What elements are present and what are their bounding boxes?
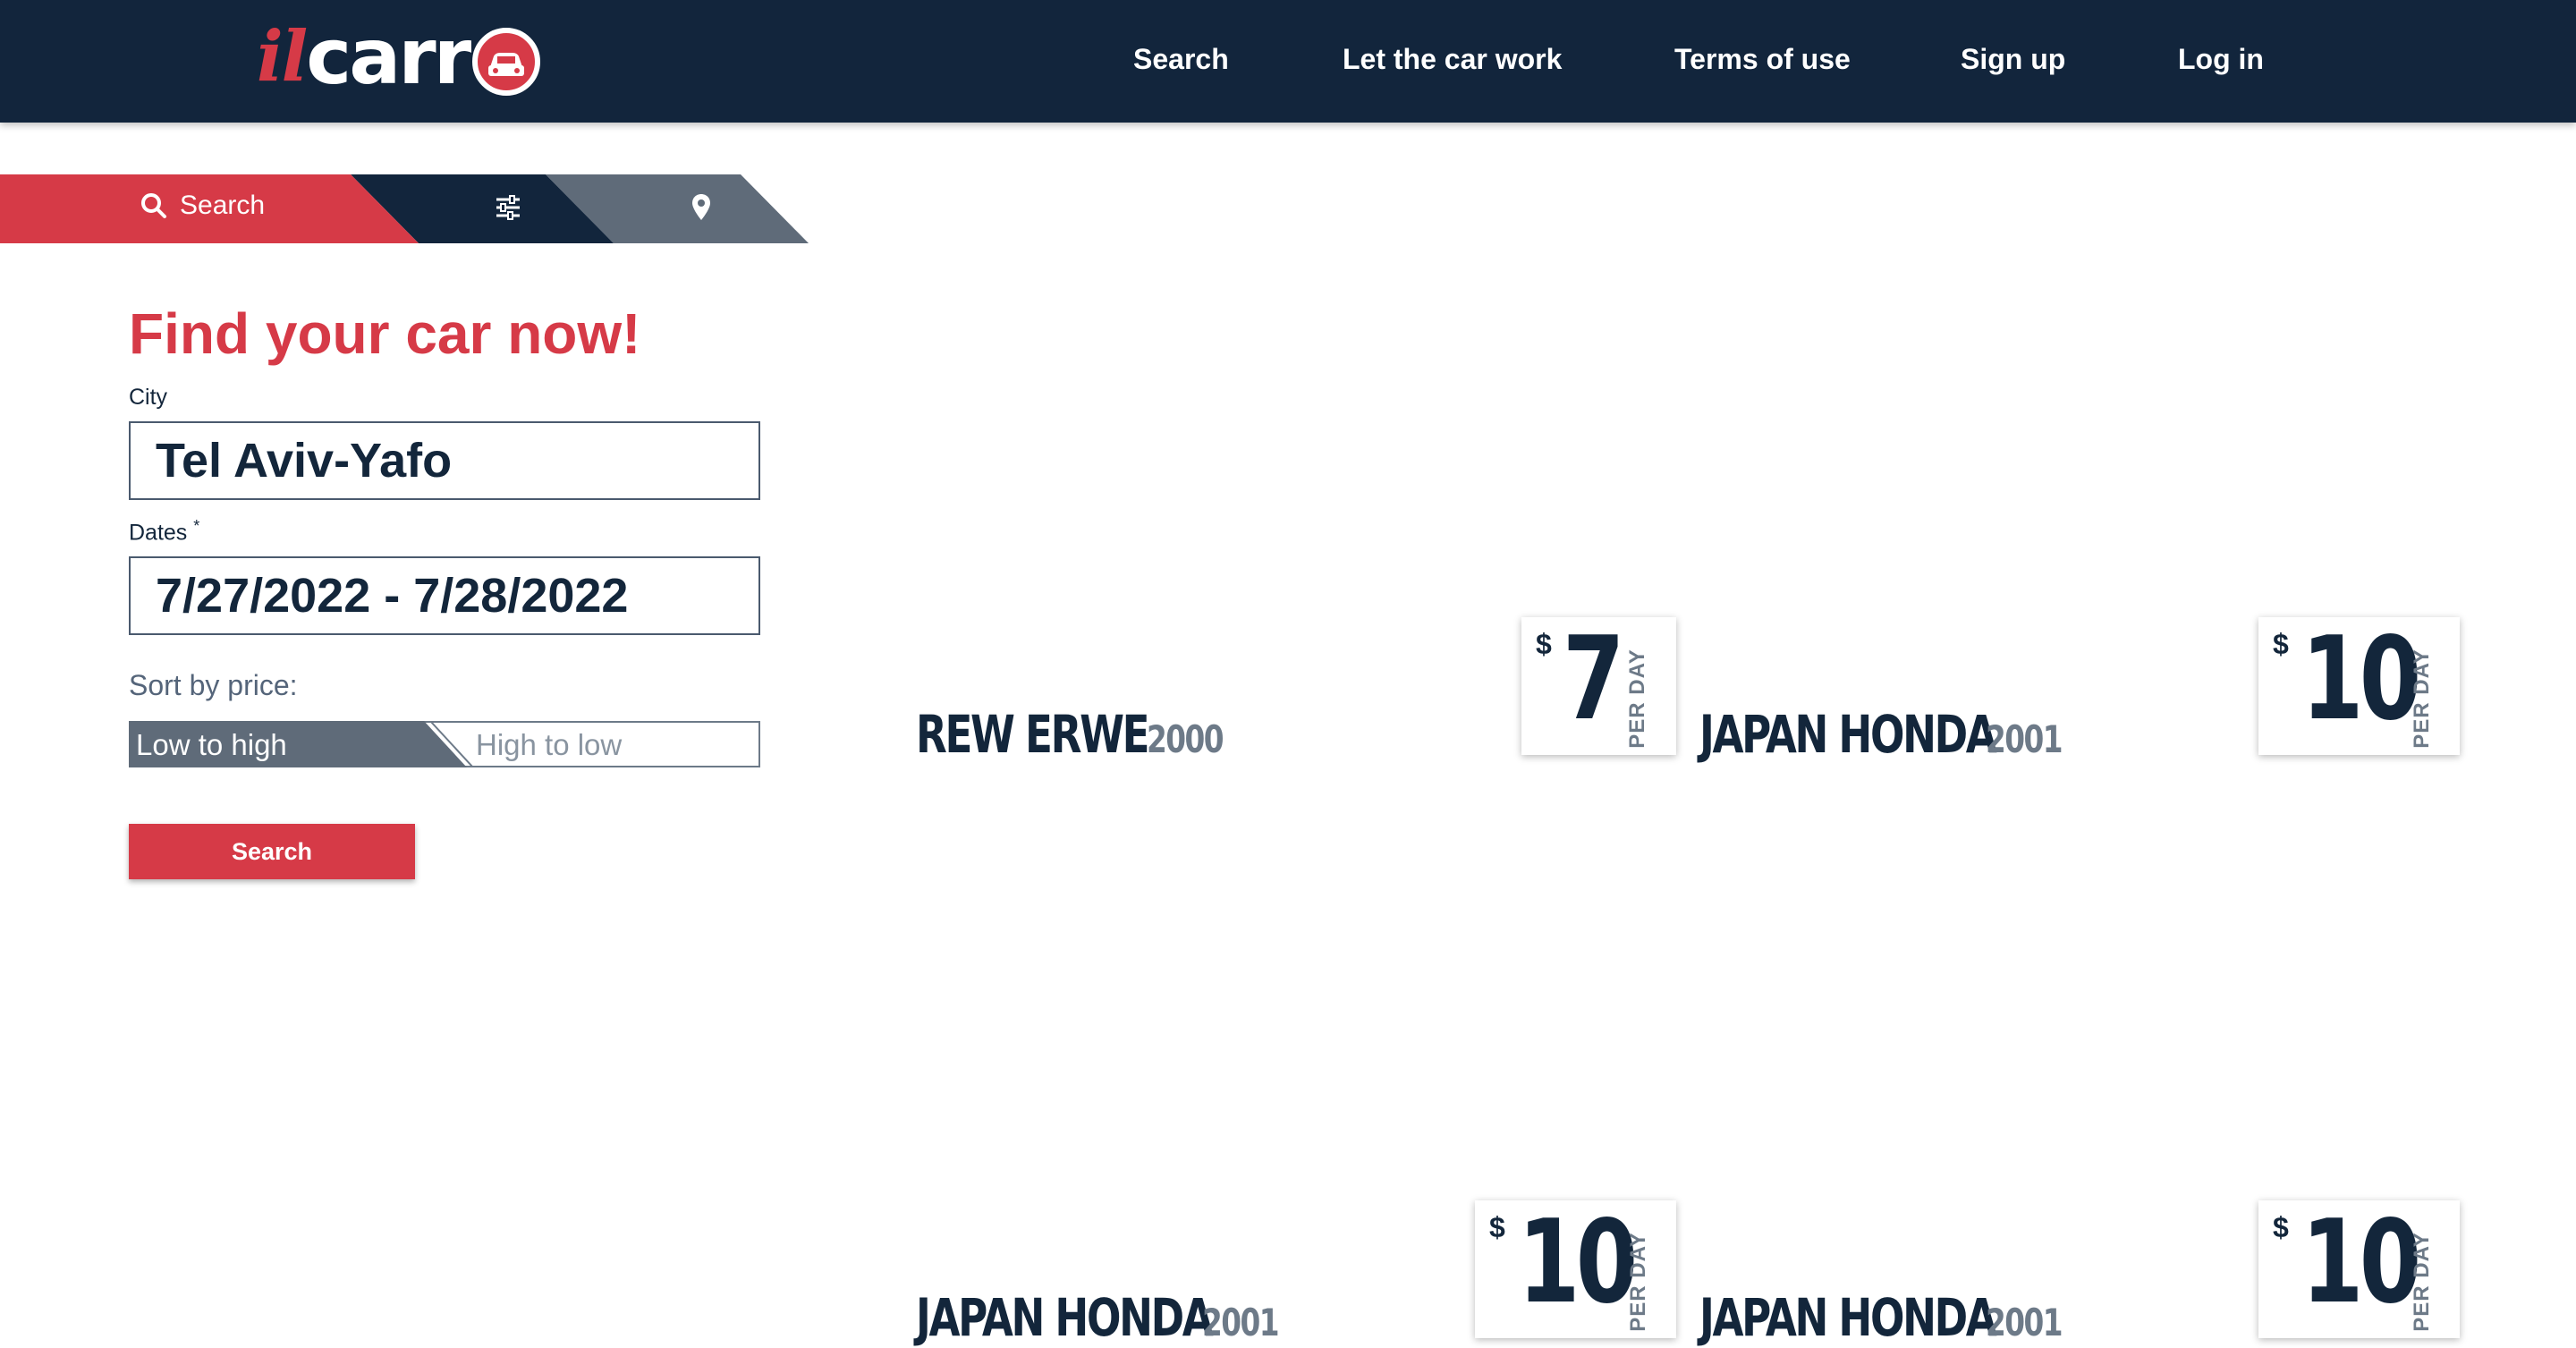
car-year: 2000 [1147,717,1224,761]
city-label: City [129,385,168,410]
nav-sign-up[interactable]: Sign up [1961,43,2065,76]
car-name: JAPAN HONDA [916,1287,1214,1348]
tab-search-label: Search [180,191,266,220]
required-mark: * [193,517,200,535]
sort-label: Sort by price: [129,669,298,701]
map-pin-icon [692,194,710,220]
sort-high-to-low[interactable]: High to low [476,728,622,762]
price-value: 10 [2301,613,2421,746]
car-name: REW ERWE [916,704,1150,765]
logo-main: carr [306,13,471,102]
price-currency: $ [1489,1211,1505,1243]
price-badge: $ 10 PER DAY [2258,1200,2460,1338]
tab-search[interactable]: Search [140,191,265,221]
price-currency: $ [2273,1211,2289,1243]
car-card[interactable]: JAPAN HONDA 2001 $ 10 PER DAY [916,1200,1676,1344]
price-badge: $ 10 PER DAY [1475,1200,1676,1338]
search-button[interactable]: Search [129,824,415,879]
top-navbar: il carr Search Let the car work Terms of… [0,0,2576,123]
price-value: 10 [1518,1196,1638,1329]
nav-log-in[interactable]: Log in [2178,43,2264,76]
car-year: 2001 [1986,1301,2063,1344]
logo-prefix: il [257,16,308,97]
dates-label-text: Dates [129,520,188,546]
nav-search[interactable]: Search [1133,43,1229,76]
car-logo-icon [472,28,541,96]
price-currency: $ [1536,628,1552,660]
sort-low-to-high[interactable]: Low to high [136,728,287,762]
price-unit: PER DAY [2410,1232,2434,1332]
price-value: 10 [2301,1196,2421,1329]
sliders-icon [496,195,520,220]
price-unit: PER DAY [2410,649,2434,749]
price-badge: $ 10 PER DAY [2258,617,2460,755]
price-currency: $ [2273,628,2289,660]
ilcarro-logo[interactable]: il carr [257,13,541,102]
nav-let-the-car-work[interactable]: Let the car work [1343,43,1562,76]
search-icon [141,193,166,218]
car-card[interactable]: JAPAN HONDA 2001 $ 10 PER DAY [1699,1200,2460,1344]
price-value: 7 [1563,613,1624,746]
car-card[interactable]: REW ERWE 2000 $ 7 PER DAY [916,617,1676,760]
tab-filters[interactable] [493,192,523,227]
car-name: JAPAN HONDA [1699,704,1997,765]
tab-map[interactable] [691,192,712,227]
dates-input[interactable]: 7/27/2022 - 7/28/2022 [129,556,760,635]
search-mode-tabs: Search [0,174,809,243]
form-title: Find your car now! [129,301,641,366]
nav-terms-of-use[interactable]: Terms of use [1674,43,1851,76]
tabs-background [0,174,809,243]
price-badge: $ 7 PER DAY [1521,617,1676,755]
price-unit: PER DAY [1625,649,1649,749]
car-card[interactable]: JAPAN HONDA 2001 $ 10 PER DAY [1699,617,2460,760]
price-unit: PER DAY [1626,1232,1650,1332]
car-year: 2001 [1986,717,2063,761]
car-year: 2001 [1202,1301,1280,1344]
dates-label: Dates * [129,517,199,546]
car-name: JAPAN HONDA [1699,1287,1997,1348]
sort-toggle: Low to high High to low [129,721,760,767]
city-input[interactable]: Tel Aviv-Yafo [129,421,760,500]
